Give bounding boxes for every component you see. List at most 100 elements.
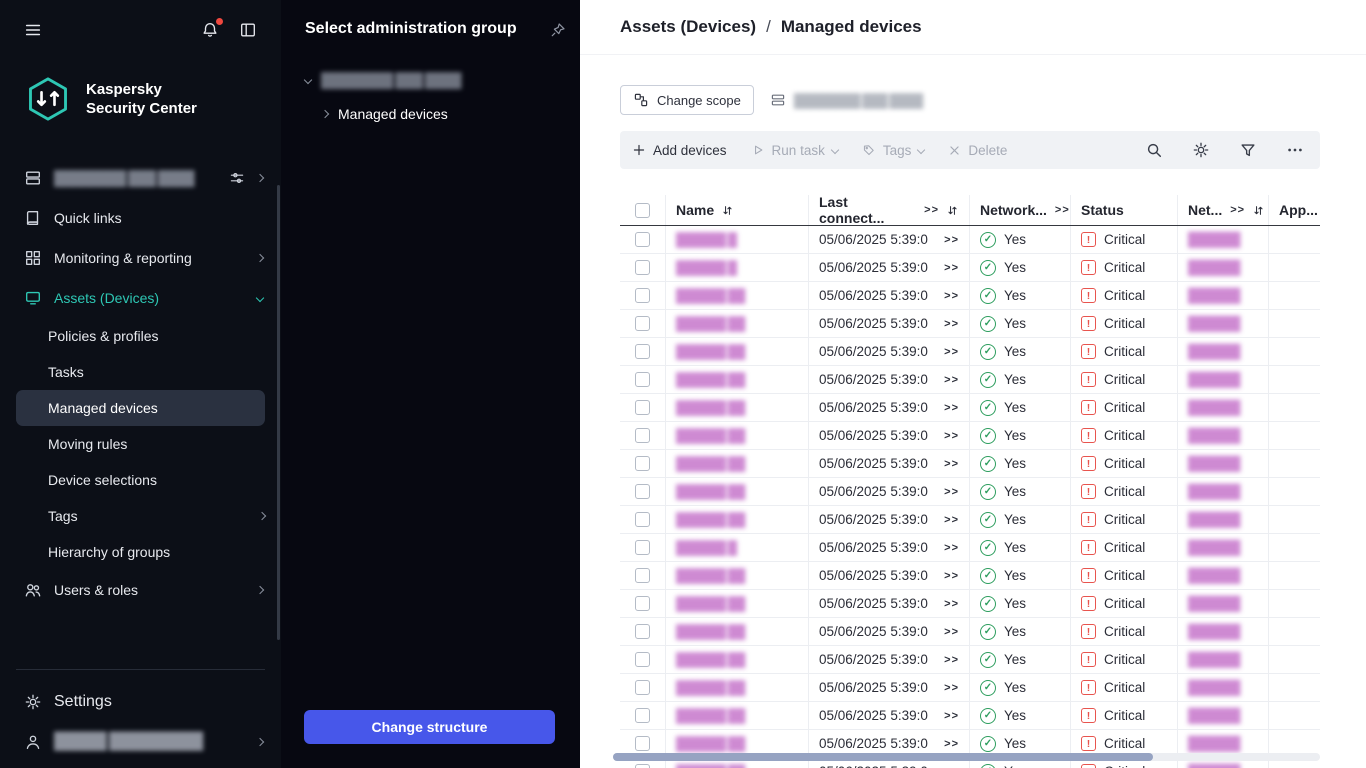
device-name-redacted[interactable]: ██████ ██: [676, 764, 744, 768]
side-panel-icon[interactable]: [237, 19, 259, 41]
row-checkbox[interactable]: [635, 708, 650, 723]
sidebar-item-users-roles[interactable]: Users & roles: [0, 570, 281, 610]
row-checkbox[interactable]: [635, 512, 650, 527]
device-name-redacted[interactable]: ██████ ██: [676, 400, 744, 415]
device-name-redacted[interactable]: ██████ ██: [676, 372, 744, 387]
table-row[interactable]: ██████ █ 05/06/2025 5:39:0 >> ✓ Yes ! Cr…: [620, 226, 1320, 254]
sliders-icon[interactable]: [229, 170, 245, 186]
sidebar-item-device-selections[interactable]: Device selections: [16, 462, 265, 498]
column-header-app[interactable]: App...: [1279, 202, 1318, 218]
expand-cell-link[interactable]: >>: [944, 262, 959, 274]
row-checkbox[interactable]: [635, 652, 650, 667]
sidebar-item-policies[interactable]: Policies & profiles: [16, 318, 265, 354]
expand-cell-link[interactable]: >>: [944, 542, 959, 554]
table-row[interactable]: ██████ ██ 05/06/2025 5:39:0 >> ✓ Yes ! C…: [620, 702, 1320, 730]
table-row[interactable]: ██████ ██ 05/06/2025 5:39:0 >> ✓ Yes ! C…: [620, 590, 1320, 618]
sidebar-item-server[interactable]: ████████ ███ ████: [0, 158, 281, 198]
device-name-redacted[interactable]: ██████ ██: [676, 512, 744, 527]
horizontal-scrollbar-track[interactable]: [613, 753, 1320, 761]
sort-icon[interactable]: [1252, 204, 1265, 217]
row-checkbox[interactable]: [635, 764, 650, 768]
table-row[interactable]: ██████ ██ 05/06/2025 5:39:0 >> ✓ Yes ! C…: [620, 394, 1320, 422]
select-all-checkbox[interactable]: [635, 203, 650, 218]
table-row[interactable]: ██████ ██ 05/06/2025 5:39:0 >> ✓ Yes ! C…: [620, 478, 1320, 506]
table-row[interactable]: ██████ ██ 05/06/2025 5:39:0 >> ✓ Yes ! C…: [620, 646, 1320, 674]
row-checkbox[interactable]: [635, 456, 650, 471]
sidebar-item-tags[interactable]: Tags: [16, 498, 265, 534]
device-name-redacted[interactable]: ██████ ██: [676, 288, 744, 303]
sidebar-item-moving-rules[interactable]: Moving rules: [16, 426, 265, 462]
change-scope-button[interactable]: Change scope: [620, 85, 754, 115]
expand-cell-link[interactable]: >>: [944, 346, 959, 358]
device-name-redacted[interactable]: ██████ ██: [676, 484, 744, 499]
sidebar-scrollbar[interactable]: [277, 185, 280, 640]
row-checkbox[interactable]: [635, 680, 650, 695]
device-name-redacted[interactable]: ██████ ██: [676, 428, 744, 443]
device-name-redacted[interactable]: ██████ ██: [676, 680, 744, 695]
device-name-redacted[interactable]: ██████ ██: [676, 596, 744, 611]
scope-server-chip[interactable]: ████████ ███ ████: [770, 92, 922, 108]
run-task-button[interactable]: Run task: [751, 143, 838, 158]
row-checkbox[interactable]: [635, 484, 650, 499]
column-header-name[interactable]: Name: [676, 202, 714, 218]
expand-cell-link[interactable]: >>: [944, 682, 959, 694]
table-row[interactable]: ██████ ██ 05/06/2025 5:39:0 >> ✓ Yes ! C…: [620, 506, 1320, 534]
row-checkbox[interactable]: [635, 624, 650, 639]
sidebar-item-account[interactable]: █████ █████████: [0, 722, 281, 762]
expand-cell-link[interactable]: >>: [944, 710, 959, 722]
table-row[interactable]: ██████ ██ 05/06/2025 5:39:0 >> ✓ Yes ! C…: [620, 450, 1320, 478]
tree-node-root[interactable]: ████████ ███ ████: [281, 64, 580, 96]
sidebar-item-settings[interactable]: Settings: [0, 682, 281, 722]
sidebar-item-hierarchy[interactable]: Hierarchy of groups: [16, 534, 265, 570]
device-name-redacted[interactable]: ██████ ██: [676, 652, 744, 667]
row-checkbox[interactable]: [635, 372, 650, 387]
expand-cell-link[interactable]: >>: [944, 514, 959, 526]
expand-cell-link[interactable]: >>: [944, 234, 959, 246]
device-name-redacted[interactable]: ██████ █: [676, 232, 736, 247]
expand-cell-link[interactable]: >>: [944, 318, 959, 330]
sidebar-item-monitoring[interactable]: Monitoring & reporting: [0, 238, 281, 278]
column-header-status[interactable]: Status: [1081, 202, 1124, 218]
delete-button[interactable]: Delete: [948, 143, 1007, 158]
expand-cell-link[interactable]: >>: [944, 486, 959, 498]
expand-cell-link[interactable]: >>: [944, 458, 959, 470]
pin-icon[interactable]: [550, 22, 566, 38]
device-name-redacted[interactable]: ██████ ██: [676, 344, 744, 359]
table-row[interactable]: ██████ ██ 05/06/2025 5:39:0 >> ✓ Yes ! C…: [620, 310, 1320, 338]
row-checkbox[interactable]: [635, 316, 650, 331]
table-row[interactable]: ██████ █ 05/06/2025 5:39:0 >> ✓ Yes ! Cr…: [620, 534, 1320, 562]
row-checkbox[interactable]: [635, 260, 650, 275]
device-name-redacted[interactable]: ██████ ██: [676, 708, 744, 723]
add-devices-button[interactable]: Add devices: [632, 143, 727, 158]
expand-cell-link[interactable]: >>: [944, 626, 959, 638]
row-checkbox[interactable]: [635, 540, 650, 555]
device-name-redacted[interactable]: ██████ ██: [676, 316, 744, 331]
row-checkbox[interactable]: [635, 232, 650, 247]
row-checkbox[interactable]: [635, 344, 650, 359]
sort-icon[interactable]: [721, 204, 734, 217]
tags-button[interactable]: Tags: [862, 143, 925, 158]
row-checkbox[interactable]: [635, 400, 650, 415]
row-checkbox[interactable]: [635, 736, 650, 751]
chevron-right-icon[interactable]: [321, 110, 329, 118]
table-row[interactable]: ██████ █ 05/06/2025 5:39:0 >> ✓ Yes ! Cr…: [620, 254, 1320, 282]
column-header-network[interactable]: Network...: [980, 202, 1047, 218]
expand-cell-link[interactable]: >>: [944, 738, 959, 750]
sidebar-item-managed-devices[interactable]: Managed devices: [16, 390, 265, 426]
expand-cell-link[interactable]: >>: [944, 598, 959, 610]
device-name-redacted[interactable]: ██████ ██: [676, 456, 744, 471]
table-row[interactable]: ██████ ██ 05/06/2025 5:39:0 >> ✓ Yes ! C…: [620, 422, 1320, 450]
table-row[interactable]: ██████ ██ 05/06/2025 5:39:0 >> ✓ Yes ! C…: [620, 366, 1320, 394]
row-checkbox[interactable]: [635, 596, 650, 611]
sort-icon[interactable]: [946, 204, 959, 217]
row-checkbox[interactable]: [635, 428, 650, 443]
change-structure-button[interactable]: Change structure: [304, 710, 555, 744]
device-name-redacted[interactable]: ██████ ██: [676, 624, 744, 639]
expand-cell-link[interactable]: >>: [944, 430, 959, 442]
device-name-redacted[interactable]: ██████ █: [676, 540, 736, 555]
expand-cell-link[interactable]: >>: [944, 374, 959, 386]
column-expand-link[interactable]: >>: [924, 204, 939, 216]
column-expand-link[interactable]: >>: [1230, 204, 1245, 216]
tree-node-managed-devices[interactable]: Managed devices: [281, 96, 580, 132]
table-row[interactable]: ██████ ██ 05/06/2025 5:39:0 >> ✓ Yes ! C…: [620, 674, 1320, 702]
